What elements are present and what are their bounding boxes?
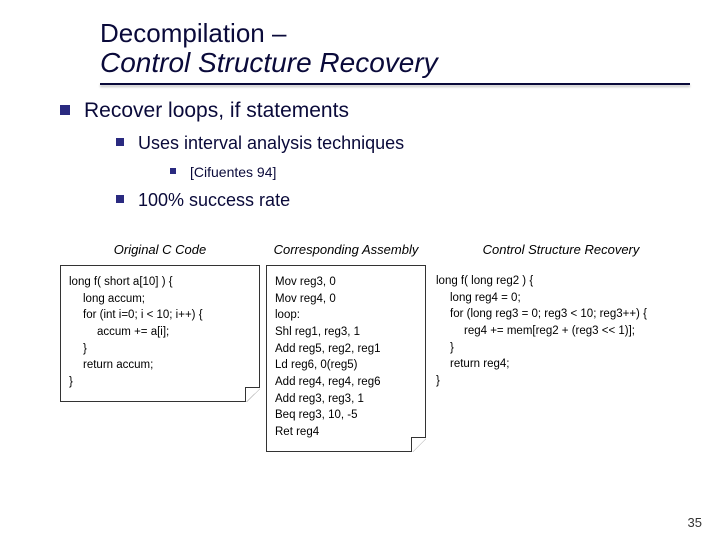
column-header: Corresponding Assembly: [266, 225, 426, 257]
column-header: Control Structure Recovery: [432, 225, 690, 257]
columns: Original C Code long f( short a[10] ) { …: [60, 225, 690, 452]
column-recovered: Control Structure Recovery long f( long …: [432, 225, 690, 452]
title-line2: Control Structure Recovery: [100, 47, 690, 79]
code-line: Shl reg1, reg3, 1: [275, 326, 360, 338]
code-line: Mov reg4, 0: [275, 293, 336, 305]
code-box-assembly: Mov reg3, 0 Mov reg4, 0 loop: Shl reg1, …: [266, 265, 426, 452]
bullet-text: Recover loops, if statements: [84, 99, 349, 123]
bullet-text: [Cifuentes 94]: [190, 164, 276, 180]
code-line: Add reg4, reg4, reg6: [275, 376, 381, 388]
square-bullet-icon: [60, 105, 70, 115]
code-line: return accum;: [69, 357, 251, 374]
code-line: long f( short a[10] ) {: [69, 276, 173, 288]
code-recovered: long f( long reg2 ) { long reg4 = 0;for …: [432, 265, 690, 400]
title-block: Decompilation – Control Structure Recove…: [100, 18, 690, 85]
code-line: }: [69, 376, 73, 388]
code-line: loop:: [275, 309, 300, 321]
code-line: long f( long reg2 ) {: [436, 275, 533, 287]
code-line: Ld reg6, 0(reg5): [275, 359, 357, 371]
code-line: Ret reg4: [275, 426, 319, 438]
page-number: 35: [688, 515, 702, 530]
code-line: }: [436, 340, 686, 357]
bullet-text: 100% success rate: [138, 190, 290, 211]
code-line: reg4 += mem[reg2 + (reg3 << 1)];: [436, 323, 686, 340]
column-original-c: Original C Code long f( short a[10] ) { …: [60, 225, 260, 452]
bullet-level1: Recover loops, if statements: [60, 99, 690, 123]
square-bullet-icon: [116, 195, 124, 203]
code-line: long accum;: [69, 291, 251, 308]
square-bullet-icon: [116, 138, 124, 146]
code-line: for (long reg3 = 0; reg3 < 10; reg3++) {: [436, 306, 686, 323]
code-line: Beq reg3, 10, -5: [275, 409, 357, 421]
bullet-level3: [Cifuentes 94]: [170, 164, 690, 180]
title-line1: Decompilation –: [100, 18, 690, 49]
code-line: for (int i=0; i < 10; i++) {: [69, 307, 251, 324]
code-line: Mov reg3, 0: [275, 276, 336, 288]
square-bullet-icon: [170, 168, 176, 174]
bullet-level2: Uses interval analysis techniques: [116, 133, 690, 154]
column-header: Original C Code: [60, 225, 260, 257]
column-assembly: Corresponding Assembly Mov reg3, 0 Mov r…: [266, 225, 426, 452]
code-box-original: long f( short a[10] ) { long accum;for (…: [60, 265, 260, 402]
bullet-text: Uses interval analysis techniques: [138, 133, 404, 154]
code-line: }: [69, 341, 251, 358]
title-underline: [100, 83, 690, 85]
code-line: accum += a[i];: [69, 324, 251, 341]
code-line: }: [436, 375, 440, 387]
code-line: Add reg5, reg2, reg1: [275, 343, 381, 355]
code-line: long reg4 = 0;: [436, 290, 686, 307]
slide: Decompilation – Control Structure Recove…: [0, 0, 720, 540]
code-line: Add reg3, reg3, 1: [275, 393, 364, 405]
bullet-level2: 100% success rate: [116, 190, 690, 211]
code-line: return reg4;: [436, 356, 686, 373]
